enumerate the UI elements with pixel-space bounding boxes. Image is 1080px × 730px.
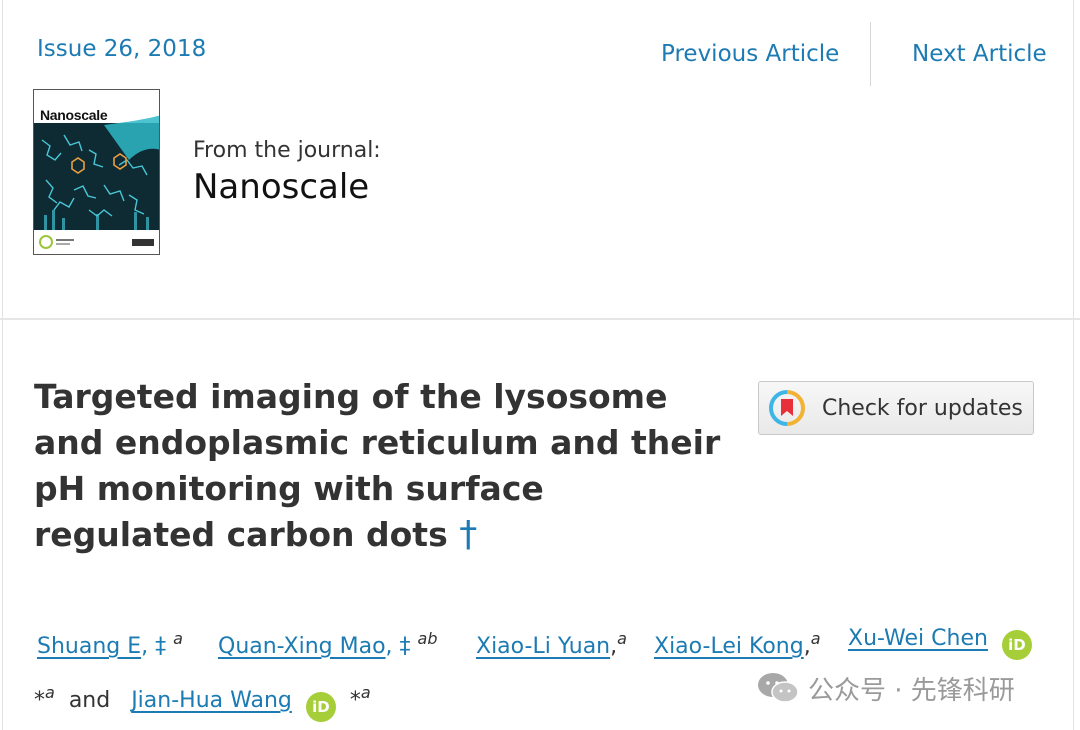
author-link[interactable]: Shuang E <box>37 634 141 659</box>
author-entry: Xiao-Lei Kong,a <box>654 612 821 674</box>
article-title-line: Targeted imaging of the lysosome <box>34 377 668 416</box>
author-entry: Xu-Wei Chen iD <box>848 612 1032 666</box>
article-title: Targeted imaging of the lysosome and end… <box>34 374 724 558</box>
author-affiliation[interactable]: a <box>173 629 183 648</box>
author-link[interactable]: Xiao-Li Yuan <box>476 634 610 659</box>
previous-article-link[interactable]: Previous Article <box>661 41 839 67</box>
crossmark-icon <box>769 390 805 426</box>
nav-divider <box>870 22 871 86</box>
author-affiliation[interactable]: a <box>617 629 627 648</box>
author-link[interactable]: Quan-Xing Mao <box>218 634 386 659</box>
author-marks: * <box>349 688 361 713</box>
article-title-line: regulated carbon dots <box>34 515 448 554</box>
orcid-icon[interactable]: iD <box>1001 630 1032 660</box>
author-marks: , <box>803 634 811 659</box>
author-link[interactable]: Jian-Hua Wang <box>131 688 292 713</box>
article-title-line: and endoplasmic reticulum and their <box>34 423 721 462</box>
next-article-link[interactable]: Next Article <box>912 41 1047 67</box>
journal-cover-image[interactable]: Nanoscale <box>33 89 160 255</box>
author-affiliation[interactable]: ab <box>418 629 438 648</box>
supplementary-info-dagger[interactable]: † <box>459 514 477 555</box>
section-divider <box>0 318 1080 320</box>
author-link[interactable]: Xiao-Lei Kong <box>654 634 804 659</box>
cover-title: Nanoscale <box>40 107 108 123</box>
author-entry: Xiao-Li Yuan,a <box>476 612 627 674</box>
watermark-text: 公众号 · 先锋科研 <box>808 675 1015 706</box>
issue-link[interactable]: Issue 26, 2018 <box>37 36 206 62</box>
check-for-updates-button[interactable]: Check for updates <box>758 381 1034 435</box>
author-affiliation[interactable]: a <box>811 629 821 648</box>
author-marks: , ‡ <box>141 634 167 659</box>
author-conjunction: and <box>68 688 111 713</box>
from-journal-label: From the journal: <box>193 138 381 163</box>
orcid-icon[interactable]: iD <box>305 692 336 722</box>
wechat-icon <box>758 673 799 703</box>
journal-name-link[interactable]: Nanoscale <box>193 167 369 207</box>
check-for-updates-label: Check for updates <box>822 395 1023 421</box>
author-entry: Quan-Xing Mao, ‡ ab <box>218 612 438 674</box>
article-title-line: pH monitoring with surface <box>34 469 544 508</box>
author-marks: , ‡ <box>385 634 411 659</box>
author-entry: Shuang E, ‡ a <box>37 612 183 674</box>
author-link[interactable]: Xu-Wei Chen <box>848 626 988 651</box>
author-affiliation[interactable]: a <box>45 683 55 702</box>
author-entry: *a and Jian-Hua Wang iD *a <box>34 666 371 728</box>
watermark: 公众号 · 先锋科研 <box>756 669 1015 707</box>
author-affiliation[interactable]: a <box>361 683 371 702</box>
author-marks: * <box>34 688 45 713</box>
